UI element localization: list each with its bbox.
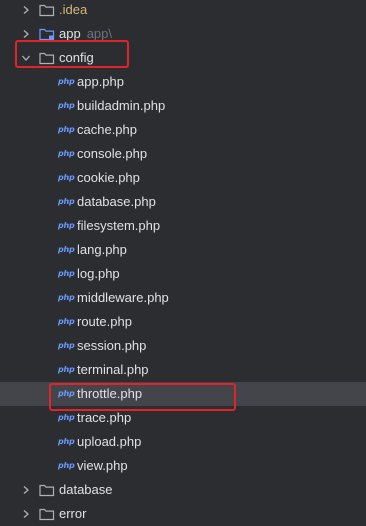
php-file-icon: php — [58, 149, 75, 158]
tree-item-app[interactable]: app app\ — [0, 22, 366, 46]
folder-icon — [39, 483, 55, 497]
file-label: upload.php — [77, 434, 142, 449]
tree-item-idea[interactable]: .idea — [0, 0, 366, 22]
php-file-icon: php — [58, 245, 75, 254]
file-label: throttle.php — [77, 386, 143, 401]
file-item[interactable]: php console.php — [0, 142, 366, 166]
file-label: buildadmin.php — [77, 98, 166, 113]
tree-item-label: error — [59, 506, 87, 521]
tree-item-error[interactable]: error — [0, 502, 366, 526]
php-file-icon: php — [58, 173, 75, 182]
chevron-right-icon[interactable] — [19, 483, 33, 497]
php-file-icon: php — [58, 77, 75, 86]
php-file-icon: php — [58, 413, 75, 422]
file-item[interactable]: php session.php — [0, 334, 366, 358]
php-file-icon: php — [58, 101, 75, 110]
file-label: middleware.php — [77, 290, 169, 305]
chevron-right-icon[interactable] — [19, 27, 33, 41]
php-file-icon: php — [58, 341, 75, 350]
file-item-selected[interactable]: php throttle.php — [0, 382, 366, 406]
file-item[interactable]: php middleware.php — [0, 286, 366, 310]
file-item[interactable]: php cache.php — [0, 118, 366, 142]
file-label: view.php — [77, 458, 128, 473]
chevron-down-icon[interactable] — [19, 51, 33, 65]
tree-item-label: config — [59, 50, 94, 65]
tree-item-database[interactable]: database — [0, 478, 366, 502]
module-folder-icon — [39, 27, 55, 41]
file-item[interactable]: php trace.php — [0, 406, 366, 430]
file-label: cookie.php — [77, 170, 140, 185]
php-file-icon: php — [58, 269, 75, 278]
file-item[interactable]: php database.php — [0, 190, 366, 214]
file-label: cache.php — [77, 122, 137, 137]
tree-item-config[interactable]: config — [0, 46, 366, 70]
file-label: session.php — [77, 338, 147, 353]
file-label: trace.php — [77, 410, 132, 425]
file-item[interactable]: php lang.php — [0, 238, 366, 262]
php-file-icon: php — [58, 437, 75, 446]
php-file-icon: php — [58, 365, 75, 374]
file-label: database.php — [77, 194, 156, 209]
file-item[interactable]: php route.php — [0, 310, 366, 334]
php-file-icon: php — [58, 317, 75, 326]
php-file-icon: php — [58, 389, 75, 398]
file-item[interactable]: php app.php — [0, 70, 366, 94]
file-label: app.php — [77, 74, 124, 89]
tree-item-label: database — [59, 482, 113, 497]
folder-icon — [39, 51, 55, 65]
file-item[interactable]: php log.php — [0, 262, 366, 286]
file-label: filesystem.php — [77, 218, 161, 233]
tree-item-label: .idea — [59, 2, 88, 17]
php-file-icon: php — [58, 197, 75, 206]
file-item[interactable]: php buildadmin.php — [0, 94, 366, 118]
file-label: log.php — [77, 266, 120, 281]
file-item[interactable]: php upload.php — [0, 430, 366, 454]
file-item[interactable]: php filesystem.php — [0, 214, 366, 238]
php-file-icon: php — [58, 125, 75, 134]
php-file-icon: php — [58, 461, 75, 470]
file-item[interactable]: php view.php — [0, 454, 366, 478]
file-label: console.php — [77, 146, 148, 161]
php-file-icon: php — [58, 221, 75, 230]
php-file-icon: php — [58, 293, 75, 302]
path-hint: app\ — [86, 26, 113, 41]
tree-item-label: app — [59, 26, 81, 41]
file-item[interactable]: php cookie.php — [0, 166, 366, 190]
file-label: lang.php — [77, 242, 127, 257]
chevron-right-icon[interactable] — [19, 3, 33, 17]
file-label: route.php — [77, 314, 132, 329]
file-label: terminal.php — [77, 362, 149, 377]
file-item[interactable]: php terminal.php — [0, 358, 366, 382]
folder-icon — [39, 3, 55, 17]
